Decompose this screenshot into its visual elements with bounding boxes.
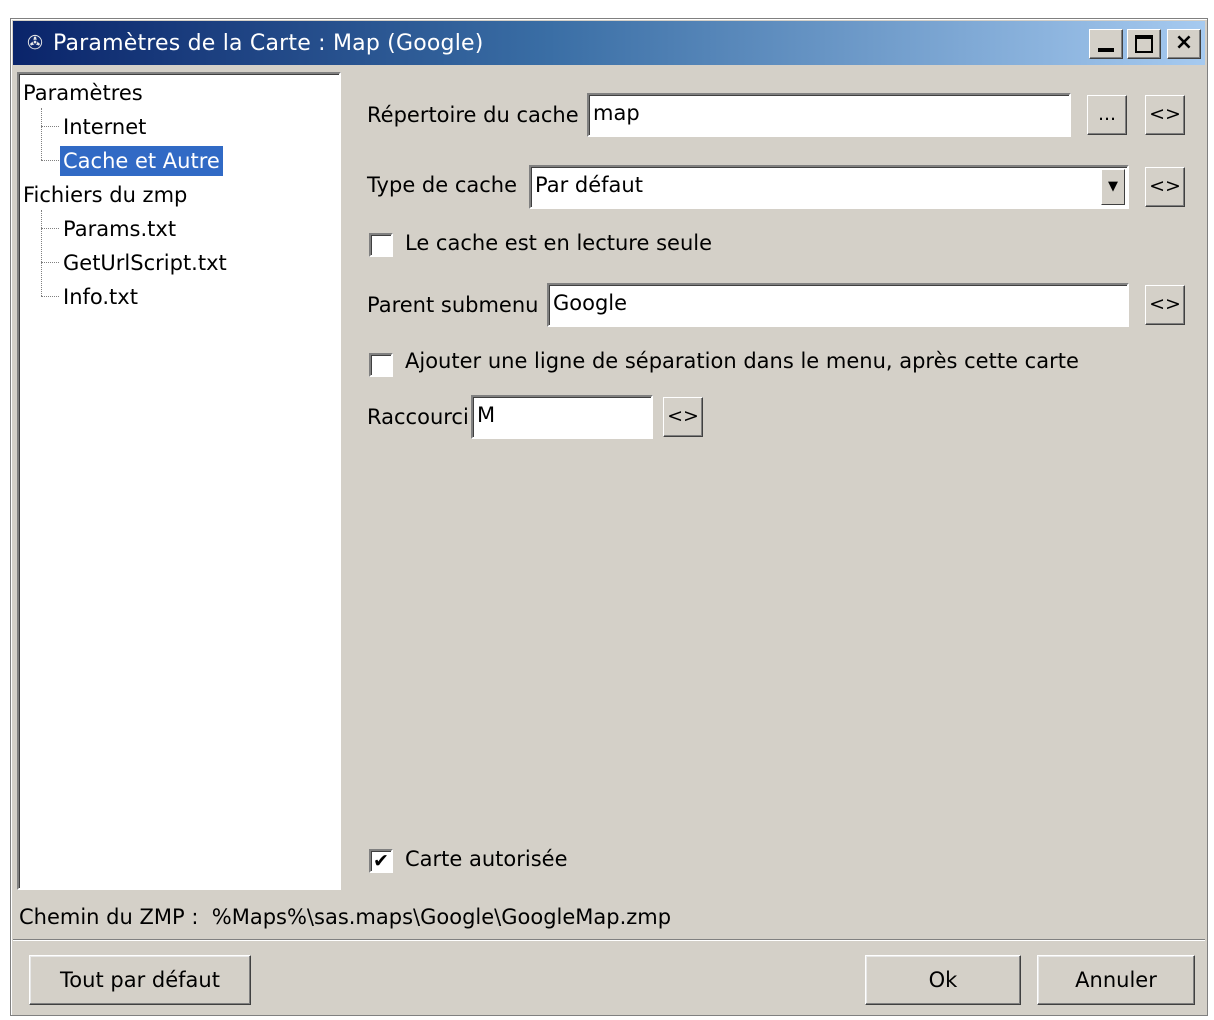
zmp-path-value: %Maps%\sas.maps\Google\GoogleMap.zmp [211,905,672,929]
parent-submenu-input[interactable]: Google [547,283,1129,327]
app-icon: ✇ [27,32,43,54]
cache-type-value: Par défaut [535,173,643,197]
footer-separator [13,939,1205,941]
parent-submenu-label: Parent submenu [367,293,539,317]
cache-type-reset-button[interactable]: <> [1145,167,1185,207]
readonly-label: Le cache est en lecture seule [405,231,713,255]
checkmark-icon: ✔ [373,850,389,872]
separator-checkbox[interactable] [369,353,393,377]
tree-connector [41,108,42,160]
close-button[interactable]: × [1167,29,1201,59]
enabled-checkbox[interactable]: ✔ [369,849,393,873]
cancel-button[interactable]: Annuler [1037,955,1195,1005]
shortcut-label: Raccourci [367,405,469,429]
readonly-checkbox[interactable] [369,233,393,257]
browse-button[interactable]: ... [1087,95,1127,135]
tree-group-parametres[interactable]: Paramètres [23,78,143,108]
cache-dir-label: Répertoire du cache [367,103,579,127]
zmp-path: Chemin du ZMP : %Maps%\sas.maps\Google\G… [19,905,671,929]
reset-defaults-button[interactable]: Tout par défaut [29,955,251,1005]
cache-type-label: Type de cache [367,173,518,197]
shortcut-input[interactable]: M [471,395,653,439]
cache-dir-input[interactable]: map [587,93,1071,137]
tree-group-fichiers-zmp[interactable]: Fichiers du zmp [23,180,187,210]
tree-connector [41,262,59,263]
cache-type-select[interactable]: Par défaut ▼ [529,165,1129,209]
ok-button[interactable]: Ok [865,955,1021,1005]
minimize-icon [1098,48,1114,52]
tree-connector [41,126,59,127]
close-icon: × [1174,30,1194,55]
settings-dialog: ✇ Paramètres de la Carte : Map (Google) … [10,18,1208,1016]
shortcut-reset-button[interactable]: <> [663,397,703,437]
chevron-down-icon[interactable]: ▼ [1101,169,1125,205]
tree-connector [41,160,59,161]
tree-connector [41,228,59,229]
title-bar[interactable]: ✇ Paramètres de la Carte : Map (Google) … [13,21,1205,65]
maximize-icon [1135,35,1153,53]
maximize-button[interactable] [1127,29,1161,59]
parent-submenu-reset-button[interactable]: <> [1145,285,1185,325]
tree-connector [41,210,42,296]
separator-label: Ajouter une ligne de séparation dans le … [405,349,1079,373]
window-title: Paramètres de la Carte : Map (Google) [53,31,484,56]
tree-item-cache-et-autre[interactable]: Cache et Autre [60,146,223,176]
minimize-button[interactable] [1089,29,1123,59]
tree-item-internet[interactable]: Internet [63,112,146,142]
tree-item-info-txt[interactable]: Info.txt [63,282,138,312]
settings-tree[interactable]: Paramètres Internet Cache et Autre Fichi… [17,72,341,890]
enabled-label: Carte autorisée [405,847,568,871]
tree-connector [41,296,59,297]
cache-dir-reset-button[interactable]: <> [1145,95,1185,135]
tree-item-geturlscript-txt[interactable]: GetUrlScript.txt [63,248,227,278]
zmp-path-label: Chemin du ZMP : [19,905,199,929]
tree-item-params-txt[interactable]: Params.txt [63,214,176,244]
